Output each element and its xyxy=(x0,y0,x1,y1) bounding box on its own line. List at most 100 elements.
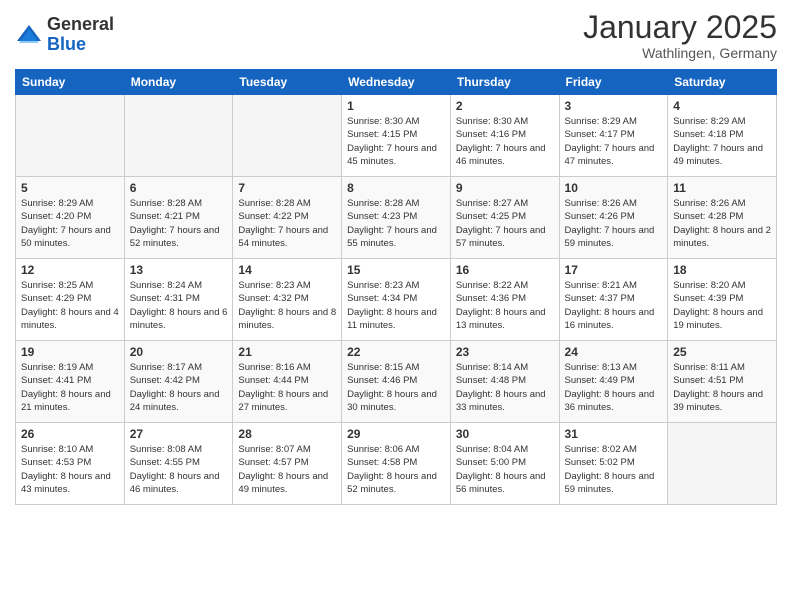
day-number: 14 xyxy=(238,263,336,277)
day-detail: Sunrise: 8:23 AM Sunset: 4:32 PM Dayligh… xyxy=(238,279,336,332)
table-row: 11 Sunrise: 8:26 AM Sunset: 4:28 PM Dayli… xyxy=(668,177,777,259)
col-tuesday: Tuesday xyxy=(233,70,342,95)
day-number: 24 xyxy=(565,345,663,359)
day-detail: Sunrise: 8:08 AM Sunset: 4:55 PM Dayligh… xyxy=(130,443,228,496)
day-number: 3 xyxy=(565,99,663,113)
day-detail: Sunrise: 8:23 AM Sunset: 4:34 PM Dayligh… xyxy=(347,279,445,332)
col-friday: Friday xyxy=(559,70,668,95)
day-number: 19 xyxy=(21,345,119,359)
day-number: 5 xyxy=(21,181,119,195)
table-row: 9 Sunrise: 8:27 AM Sunset: 4:25 PM Daylig… xyxy=(450,177,559,259)
day-detail: Sunrise: 8:02 AM Sunset: 5:02 PM Dayligh… xyxy=(565,443,663,496)
table-row: 17Sunrise: 8:21 AM Sunset: 4:37 PM Dayli… xyxy=(559,259,668,341)
day-number: 22 xyxy=(347,345,445,359)
table-row: 24Sunrise: 8:13 AM Sunset: 4:49 PM Dayli… xyxy=(559,341,668,423)
day-detail: Sunrise: 8:06 AM Sunset: 4:58 PM Dayligh… xyxy=(347,443,445,496)
day-number: 16 xyxy=(456,263,554,277)
col-saturday: Saturday xyxy=(668,70,777,95)
day-detail: Sunrise: 8:25 AM Sunset: 4:29 PM Dayligh… xyxy=(21,279,119,332)
table-row: 21 Sunrise: 8:16 AM Sunset: 4:44 PM Dayli… xyxy=(233,341,342,423)
table-row: 1 Sunrise: 8:30 AM Sunset: 4:15 PM Daylig… xyxy=(342,95,451,177)
table-row: 8 Sunrise: 8:28 AM Sunset: 4:23 PM Daylig… xyxy=(342,177,451,259)
day-detail: Sunrise: 8:30 AM Sunset: 4:15 PM Dayligh… xyxy=(347,115,445,168)
day-detail: Sunrise: 8:26 AM Sunset: 4:28 PM Dayligh… xyxy=(673,197,771,250)
table-row xyxy=(124,95,233,177)
table-row: 16 Sunrise: 8:22 AM Sunset: 4:36 PM Dayli… xyxy=(450,259,559,341)
table-row: 30 Sunrise: 8:04 AM Sunset: 5:00 PM Dayli… xyxy=(450,423,559,505)
table-row: 15 Sunrise: 8:23 AM Sunset: 4:34 PM Dayli… xyxy=(342,259,451,341)
logo-general: General xyxy=(47,15,114,35)
col-thursday: Thursday xyxy=(450,70,559,95)
table-row: 12Sunrise: 8:25 AM Sunset: 4:29 PM Dayli… xyxy=(16,259,125,341)
table-row: 23Sunrise: 8:14 AM Sunset: 4:48 PM Dayli… xyxy=(450,341,559,423)
day-detail: Sunrise: 8:10 AM Sunset: 4:53 PM Dayligh… xyxy=(21,443,119,496)
day-detail: Sunrise: 8:15 AM Sunset: 4:46 PM Dayligh… xyxy=(347,361,445,414)
table-row: 22 Sunrise: 8:15 AM Sunset: 4:46 PM Dayli… xyxy=(342,341,451,423)
day-detail: Sunrise: 8:29 AM Sunset: 4:17 PM Dayligh… xyxy=(565,115,663,168)
table-row: 27 Sunrise: 8:08 AM Sunset: 4:55 PM Dayli… xyxy=(124,423,233,505)
day-detail: Sunrise: 8:21 AM Sunset: 4:37 PM Dayligh… xyxy=(565,279,663,332)
day-number: 18 xyxy=(673,263,771,277)
day-number: 28 xyxy=(238,427,336,441)
day-number: 2 xyxy=(456,99,554,113)
day-number: 27 xyxy=(130,427,228,441)
day-detail: Sunrise: 8:28 AM Sunset: 4:21 PM Dayligh… xyxy=(130,197,228,250)
day-number: 13 xyxy=(130,263,228,277)
table-row: 29 Sunrise: 8:06 AM Sunset: 4:58 PM Dayli… xyxy=(342,423,451,505)
day-number: 8 xyxy=(347,181,445,195)
day-detail: Sunrise: 8:26 AM Sunset: 4:26 PM Dayligh… xyxy=(565,197,663,250)
day-detail: Sunrise: 8:04 AM Sunset: 5:00 PM Dayligh… xyxy=(456,443,554,496)
table-row: 28Sunrise: 8:07 AM Sunset: 4:57 PM Dayli… xyxy=(233,423,342,505)
table-row: 2 Sunrise: 8:30 AM Sunset: 4:16 PM Daylig… xyxy=(450,95,559,177)
day-number: 11 xyxy=(673,181,771,195)
day-number: 20 xyxy=(130,345,228,359)
day-detail: Sunrise: 8:24 AM Sunset: 4:31 PM Dayligh… xyxy=(130,279,228,332)
page: General Blue January 2025 Wathlingen, Ge… xyxy=(0,0,792,612)
day-detail: Sunrise: 8:22 AM Sunset: 4:36 PM Dayligh… xyxy=(456,279,554,332)
day-detail: Sunrise: 8:17 AM Sunset: 4:42 PM Dayligh… xyxy=(130,361,228,414)
day-number: 29 xyxy=(347,427,445,441)
calendar-body: 1 Sunrise: 8:30 AM Sunset: 4:15 PM Daylig… xyxy=(16,95,777,505)
day-detail: Sunrise: 8:16 AM Sunset: 4:44 PM Dayligh… xyxy=(238,361,336,414)
table-row xyxy=(16,95,125,177)
calendar-week-4: 19 Sunrise: 8:19 AM Sunset: 4:41 PM Dayli… xyxy=(16,341,777,423)
day-detail: Sunrise: 8:20 AM Sunset: 4:39 PM Dayligh… xyxy=(673,279,771,332)
day-number: 21 xyxy=(238,345,336,359)
calendar-week-3: 12Sunrise: 8:25 AM Sunset: 4:29 PM Dayli… xyxy=(16,259,777,341)
header: General Blue January 2025 Wathlingen, Ge… xyxy=(15,10,777,61)
day-detail: Sunrise: 8:29 AM Sunset: 4:20 PM Dayligh… xyxy=(21,197,119,250)
day-detail: Sunrise: 8:14 AM Sunset: 4:48 PM Dayligh… xyxy=(456,361,554,414)
day-number: 31 xyxy=(565,427,663,441)
day-number: 30 xyxy=(456,427,554,441)
logo-blue: Blue xyxy=(47,35,114,55)
table-row: 19 Sunrise: 8:19 AM Sunset: 4:41 PM Dayli… xyxy=(16,341,125,423)
col-wednesday: Wednesday xyxy=(342,70,451,95)
day-number: 1 xyxy=(347,99,445,113)
day-number: 10 xyxy=(565,181,663,195)
title-block: January 2025 Wathlingen, Germany xyxy=(583,10,777,61)
calendar-week-2: 5 Sunrise: 8:29 AM Sunset: 4:20 PM Daylig… xyxy=(16,177,777,259)
table-row: 5 Sunrise: 8:29 AM Sunset: 4:20 PM Daylig… xyxy=(16,177,125,259)
table-row: 20 Sunrise: 8:17 AM Sunset: 4:42 PM Dayli… xyxy=(124,341,233,423)
day-number: 15 xyxy=(347,263,445,277)
day-detail: Sunrise: 8:27 AM Sunset: 4:25 PM Dayligh… xyxy=(456,197,554,250)
table-row: 14 Sunrise: 8:23 AM Sunset: 4:32 PM Dayli… xyxy=(233,259,342,341)
table-row: 13 Sunrise: 8:24 AM Sunset: 4:31 PM Dayli… xyxy=(124,259,233,341)
logo-text: General Blue xyxy=(47,15,114,55)
header-row: Sunday Monday Tuesday Wednesday Thursday… xyxy=(16,70,777,95)
table-row: 31 Sunrise: 8:02 AM Sunset: 5:02 PM Dayli… xyxy=(559,423,668,505)
day-number: 25 xyxy=(673,345,771,359)
month-title: January 2025 xyxy=(583,10,777,45)
logo-icon xyxy=(15,21,43,49)
day-number: 6 xyxy=(130,181,228,195)
day-number: 9 xyxy=(456,181,554,195)
table-row xyxy=(233,95,342,177)
table-row: 3 Sunrise: 8:29 AM Sunset: 4:17 PM Daylig… xyxy=(559,95,668,177)
day-detail: Sunrise: 8:30 AM Sunset: 4:16 PM Dayligh… xyxy=(456,115,554,168)
table-row: 10 Sunrise: 8:26 AM Sunset: 4:26 PM Dayli… xyxy=(559,177,668,259)
calendar-table: Sunday Monday Tuesday Wednesday Thursday… xyxy=(15,69,777,505)
day-detail: Sunrise: 8:19 AM Sunset: 4:41 PM Dayligh… xyxy=(21,361,119,414)
day-detail: Sunrise: 8:28 AM Sunset: 4:22 PM Dayligh… xyxy=(238,197,336,250)
table-row: 6 Sunrise: 8:28 AM Sunset: 4:21 PM Daylig… xyxy=(124,177,233,259)
day-detail: Sunrise: 8:28 AM Sunset: 4:23 PM Dayligh… xyxy=(347,197,445,250)
